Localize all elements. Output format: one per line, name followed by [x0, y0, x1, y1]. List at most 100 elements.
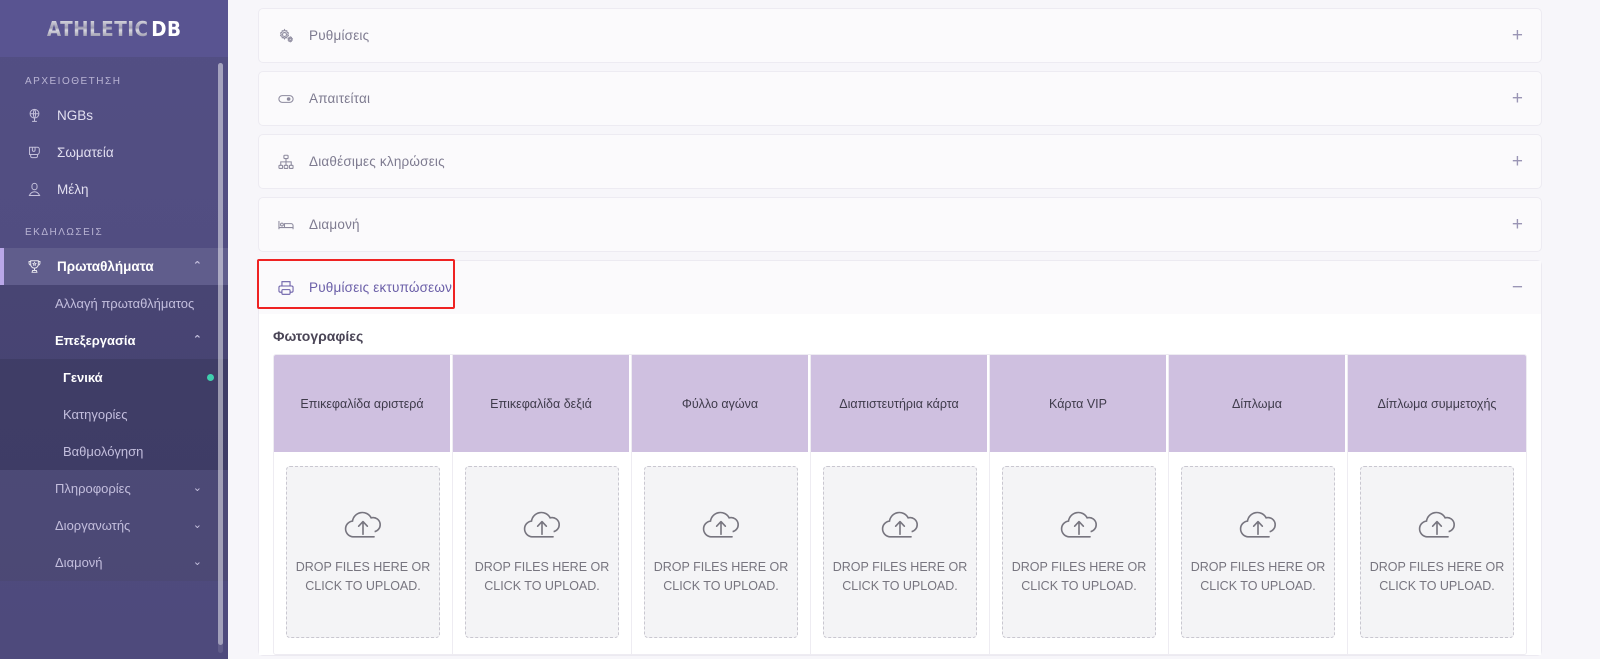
accordion-title: Ρυθμίσεις εκτυπώσεων — [309, 280, 453, 295]
printer-icon — [275, 277, 297, 299]
accordion-header-print-settings[interactable]: Ρυθμίσεις εκτυπώσεων − — [257, 259, 1541, 314]
cloud-upload-icon — [1056, 508, 1102, 558]
cloud-upload-icon — [340, 508, 386, 558]
sidebar-subitem-edit[interactable]: Επεξεργασία ⌃ — [0, 322, 228, 359]
sidebar-nav: ΑΡΧΕΙΟΘΕΤΗΣΗ NGBs Σωματεία Μέλη ΕΚΔΗΛΩΣΕ… — [0, 57, 228, 659]
file-dropzone[interactable]: Drop files here or click to upload. — [823, 466, 977, 638]
sidebar-item-label: Σωματεία — [57, 145, 114, 160]
sidebar-item-katigories[interactable]: Κατηγορίες — [0, 396, 228, 433]
expand-plus-icon[interactable]: + — [1512, 215, 1523, 234]
file-dropzone[interactable]: Drop files here or click to upload. — [286, 466, 440, 638]
sidebar-item-genika[interactable]: Γενικά — [0, 359, 228, 396]
column-body: Drop files here or click to upload. — [453, 452, 631, 654]
dropzone-label: Drop files here or click to upload. — [1011, 560, 1147, 593]
file-dropzone[interactable]: Drop files here or click to upload. — [1360, 466, 1514, 638]
sidebar-section-label-archive: ΑΡΧΕΙΟΘΕΤΗΣΗ — [25, 76, 122, 87]
column-header: Επικεφαλίδα δεξιά — [453, 355, 631, 452]
column-body: Drop files here or click to upload. — [632, 452, 810, 654]
sidebar-item-label: NGBs — [57, 108, 94, 123]
dropzone-label: Drop files here or click to upload. — [832, 560, 968, 593]
cloud-upload-icon — [519, 508, 565, 558]
expand-plus-icon[interactable]: + — [1512, 152, 1523, 171]
sidebar-edit-children: Γενικά Κατηγορίες Βαθμολόγηση — [0, 359, 228, 470]
brand-name-secondary: DB — [151, 16, 182, 41]
sidebar-section-label-events: ΕΚΔΗΛΩΣΕΙΣ — [25, 227, 104, 238]
sidebar-subitem-diamoni[interactable]: Διαμονή ⌄ — [0, 544, 228, 581]
collapse-minus-icon[interactable]: − — [1512, 278, 1523, 297]
boxing-glove-icon — [25, 143, 44, 162]
accordion-title: Απαιτείται — [309, 91, 371, 106]
file-dropzone[interactable]: Drop files here or click to upload. — [1002, 466, 1156, 638]
sidebar-submenu: Αλλαγή πρωταθλήματος Επεξεργασία ⌃ Γενικ… — [0, 285, 228, 581]
sidebar-subitem-change-championship[interactable]: Αλλαγή πρωταθλήματος — [0, 285, 228, 322]
sidebar: ATHLETIC DB ΑΡΧΕΙΟΘΕΤΗΣΗ NGBs Σωματεία Μ… — [0, 0, 228, 659]
sidebar-subsubitem-label: Γενικά — [63, 370, 103, 385]
bed-icon — [275, 214, 297, 236]
main-content: Ρυθμίσεις + Απαιτείται + Διαθέσιμες κληρ… — [228, 0, 1600, 659]
sidebar-item-meli[interactable]: Μέλη — [0, 171, 228, 208]
chevron-up-icon[interactable]: ⌃ — [193, 335, 202, 346]
accordion-title: Διαμονή — [309, 217, 360, 232]
cloud-upload-icon — [698, 508, 744, 558]
brand-logo[interactable]: ATHLETIC DB — [0, 0, 228, 57]
dropzone-label: Drop files here or click to upload. — [1369, 560, 1505, 593]
accordion-header-accommodation[interactable]: Διαμονή + — [259, 198, 1541, 251]
sidebar-subitem-plirofories[interactable]: Πληροφορίες ⌄ — [0, 470, 228, 507]
column-header: Δίπλωμα συμμετοχής — [1348, 355, 1526, 452]
sidebar-item-ngbs[interactable]: NGBs — [0, 97, 228, 134]
toggle-icon — [275, 88, 297, 110]
chevron-down-icon[interactable]: ⌄ — [193, 520, 202, 531]
sidebar-item-vathmologisi[interactable]: Βαθμολόγηση — [0, 433, 228, 470]
active-status-dot — [207, 374, 214, 381]
print-settings-body: Φωτογραφίες Επικεφαλίδα αριστερά DROP FI… — [259, 314, 1541, 655]
file-dropzone[interactable]: Drop files here or click to upload. — [644, 466, 798, 638]
sidebar-subsubitem-label: Κατηγορίες — [63, 407, 128, 422]
sidebar-item-protathlimata[interactable]: Πρωταθλήματα ⌃ — [0, 248, 228, 285]
accordion-panel-print-settings: Ρυθμίσεις εκτυπώσεων − Φωτογραφίες Επικε… — [257, 259, 1542, 656]
sidebar-subitem-label: Διοργανωτής — [55, 518, 131, 533]
column-body: Drop files here or click to upload. — [1348, 452, 1526, 654]
photo-column-diploma: Δίπλωμα Drop files he — [1169, 355, 1348, 654]
sidebar-item-label: Μέλη — [57, 182, 89, 197]
dropzone-label: Drop files here or click to upload. — [474, 560, 610, 593]
brand-name-primary: ATHLETIC — [46, 16, 149, 41]
photo-column-header-left: Επικεφαλίδα αριστερά DROP FILES HERE OR … — [274, 355, 453, 654]
gear-icon — [275, 25, 297, 47]
sidebar-tail-group: Πληροφορίες ⌄ Διοργανωτής ⌄ Διαμονή ⌄ — [0, 470, 228, 581]
sidebar-subsubitem-label: Βαθμολόγηση — [63, 444, 144, 459]
chevron-down-icon[interactable]: ⌄ — [193, 483, 202, 494]
column-header: Φύλλο αγώνα — [632, 355, 810, 452]
accordion-header-settings[interactable]: Ρυθμίσεις + — [259, 9, 1541, 62]
chevron-down-icon[interactable]: ⌄ — [193, 557, 202, 568]
sitemap-icon — [275, 151, 297, 173]
expand-plus-icon[interactable]: + — [1512, 26, 1523, 45]
sidebar-subitem-diorganotis[interactable]: Διοργανωτής ⌄ — [0, 507, 228, 544]
column-header: Διαπιστευτήρια κάρτα — [811, 355, 989, 452]
trophy-icon — [25, 257, 44, 276]
photo-column-header-right: Επικεφαλίδα δεξιά Dro — [453, 355, 632, 654]
accordion-header-available-draws[interactable]: Διαθέσιμες κληρώσεις + — [259, 135, 1541, 188]
accordion-panel-settings: Ρυθμίσεις + — [258, 8, 1542, 63]
photo-column-vip-card: Κάρτα VIP Drop files — [990, 355, 1169, 654]
globe-icon — [25, 106, 44, 125]
accordion-panel-required: Απαιτείται + — [258, 71, 1542, 126]
column-body: Drop files here or click to upload. — [1169, 452, 1347, 654]
file-dropzone[interactable]: Drop files here or click to upload. — [465, 466, 619, 638]
sidebar-item-somateia[interactable]: Σωματεία — [0, 134, 228, 171]
sidebar-subitem-label: Αλλαγή πρωταθλήματος — [55, 296, 195, 311]
member-icon — [25, 180, 44, 199]
accordion-header-required[interactable]: Απαιτείται + — [259, 72, 1541, 125]
column-body: Drop files here or click to upload. — [274, 452, 452, 654]
dropzone-label: Drop files here or click to upload. — [1190, 560, 1326, 593]
app-root: ATHLETIC DB ΑΡΧΕΙΟΘΕΤΗΣΗ NGBs Σωματεία Μ… — [0, 0, 1600, 659]
cloud-upload-icon — [1414, 508, 1460, 558]
sidebar-subitem-label: Διαμονή — [55, 555, 103, 570]
accordion-panel-available-draws: Διαθέσιμες κληρώσεις + — [258, 134, 1542, 189]
accordion-title: Ρυθμίσεις — [309, 28, 370, 43]
sidebar-item-label: Πρωταθλήματα — [57, 259, 154, 274]
chevron-up-icon[interactable]: ⌃ — [193, 261, 202, 272]
column-body: Drop files here or click to upload. — [990, 452, 1168, 654]
file-dropzone[interactable]: Drop files here or click to upload. — [1181, 466, 1335, 638]
expand-plus-icon[interactable]: + — [1512, 89, 1523, 108]
sidebar-subitem-label: Επεξεργασία — [55, 333, 136, 348]
